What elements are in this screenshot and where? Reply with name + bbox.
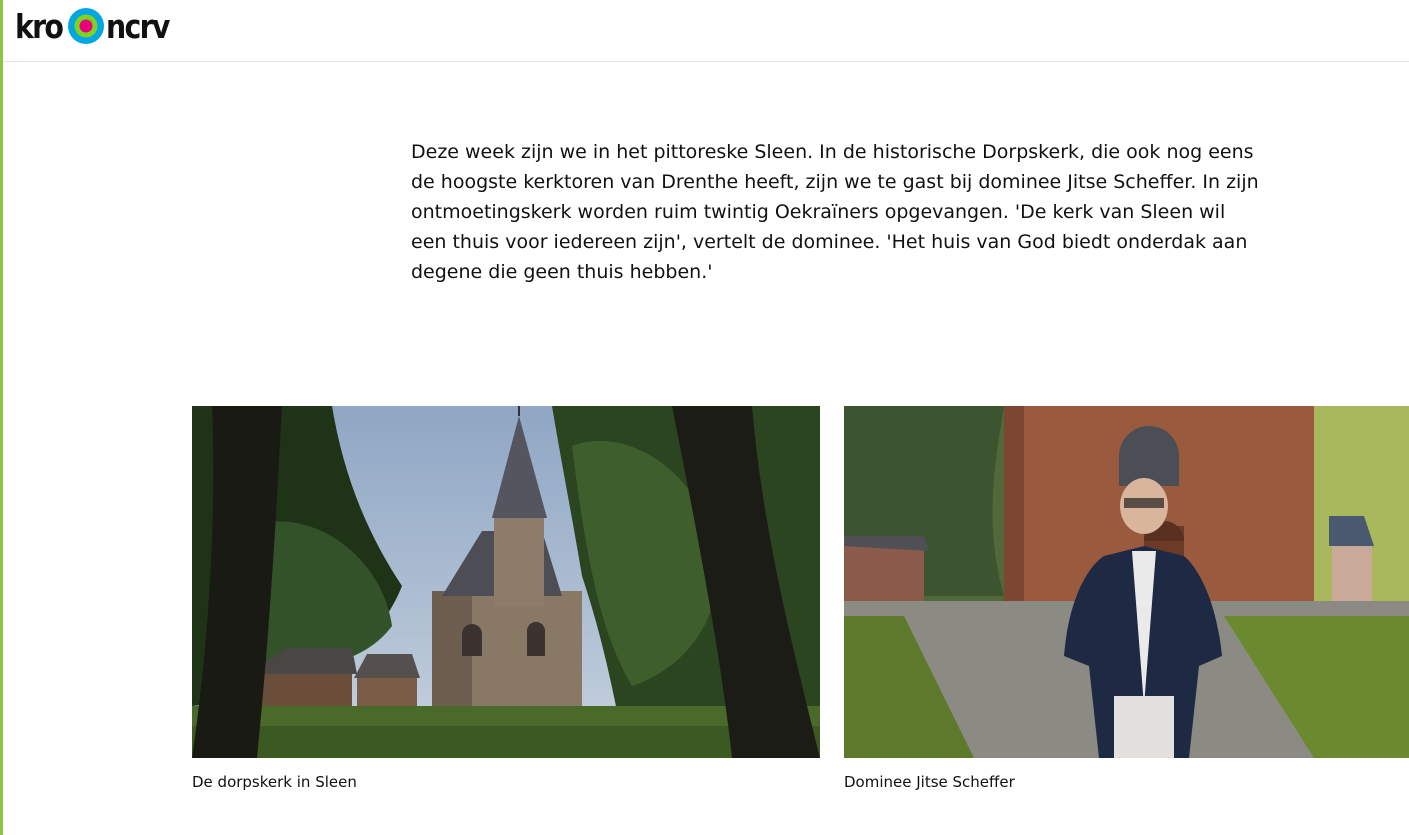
- left-accent-rule: [0, 0, 3, 835]
- article-intro: Deze week zijn we in het pittoreske Slee…: [411, 141, 1259, 283]
- church-photo-image: [192, 406, 820, 758]
- kroncrv-logo[interactable]: kro ncrv: [15, 5, 179, 47]
- church-photo-caption: De dorpskerk in Sleen: [192, 773, 357, 791]
- logo-text-ncrv: ncrv: [105, 6, 170, 46]
- minister-photo-caption: Dominee Jitse Scheffer: [844, 773, 1015, 791]
- minister-photo[interactable]: [844, 406, 1409, 758]
- logo-circle-icon: [67, 8, 104, 44]
- church-photo[interactable]: [192, 406, 820, 758]
- logo-text-kro: kro: [15, 6, 64, 46]
- minister-photo-image: [844, 406, 1409, 758]
- site-header: kro ncrv: [3, 0, 1409, 62]
